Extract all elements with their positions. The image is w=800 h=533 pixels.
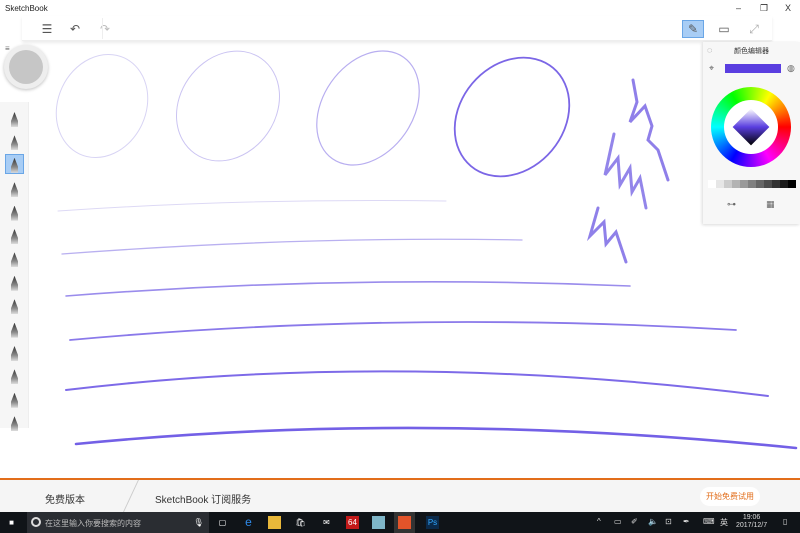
taskbar-search[interactable]: 在这里输入你要搜索的内容 [27,512,209,533]
microphone-icon[interactable]: 🎙 [192,516,205,529]
puck-center[interactable] [9,50,43,84]
clock[interactable]: 19:06 2017/12/7 [736,514,767,530]
gray-swatch[interactable] [748,180,756,188]
fullscreen-icon[interactable]: ⤢ [743,20,765,38]
gray-swatch[interactable] [780,180,788,188]
brush-icon [11,392,18,408]
settings-icon[interactable]: ⊶ [727,199,736,210]
brush-icon [11,346,18,361]
tray-chevron-icon[interactable]: ^ [597,517,601,526]
color-editor-panel: ◌ 颜色编辑器 ⌖ ◍ ⊶ ▦ [703,42,800,224]
mail-icon[interactable]: ✉ [320,516,333,529]
brush-palette [0,102,29,432]
divider [102,18,103,39]
taskbar: ■ 在这里输入你要搜索的内容 🎙 ▢ e 🛍 ✉ 64 Ps ^ ▭ ✐ 🔈 ⊡… [0,512,800,533]
app-64-icon[interactable]: 64 [346,516,359,529]
task-view-icon[interactable]: ▢ [216,516,229,529]
drawing-canvas[interactable] [0,0,800,533]
store-icon[interactable]: 🛍 [294,516,307,529]
brush-icon [11,112,18,127]
brush-tool[interactable] [5,364,24,385]
brush-icon [11,299,18,315]
undo-icon[interactable]: ↶ [64,20,86,38]
divider [122,480,139,514]
gray-swatch[interactable] [708,180,716,188]
toolbar: ☰ ↶ ↷ ✎ ▭ ⤢ [22,16,772,41]
brush-icon [11,416,18,432]
brush-icon [11,135,18,151]
brush-puck[interactable] [4,45,48,89]
pen-workspace-icon[interactable]: ✒ [683,517,690,526]
panel-title: 颜色编辑器 [734,48,769,55]
brush-icon [11,369,18,385]
list-icon[interactable]: ☰ [36,20,58,38]
gray-swatch[interactable] [732,180,740,188]
search-placeholder: 在这里输入你要搜索的内容 [45,519,141,528]
windows-start-icon[interactable]: ■ [5,516,18,529]
ime-indicator[interactable]: 英 [720,517,728,528]
brush-tool[interactable] [5,177,24,198]
clock-time: 19:06 [742,514,761,521]
brush-icon [11,205,18,221]
brush-tool[interactable] [5,224,24,244]
clock-date: 2017/12/7 [736,522,768,529]
brush-icon [11,182,18,198]
start-trial-button[interactable]: 开始免费试用 [700,487,760,506]
brush-tool[interactable] [5,341,24,361]
battery-icon[interactable]: ▭ [614,517,622,526]
gray-swatch[interactable] [772,180,780,188]
brush-tool[interactable] [5,294,24,315]
color-wheel[interactable] [711,87,791,167]
volume-icon[interactable]: 🔈 [648,517,658,526]
network-icon[interactable]: ⊡ [665,517,672,526]
brush-icon [11,322,18,338]
grid-icon[interactable]: ▦ [766,199,775,210]
sketchbook-taskbar-icon[interactable] [394,512,415,533]
brush-tool[interactable] [5,153,24,174]
eyedropper-icon[interactable]: ⌖ [709,63,714,74]
brush-tool[interactable] [5,411,24,432]
color-mode-icon[interactable]: ◍ [787,63,795,74]
brush-icon [11,275,18,291]
gray-swatch[interactable] [756,180,764,188]
grayscale-swatches[interactable] [708,180,796,188]
window-icon[interactable]: ▭ [713,20,735,38]
current-color-swatch[interactable] [725,64,781,73]
menu-icon[interactable]: ≡ [5,44,10,53]
brush-tool[interactable] [5,201,24,221]
brush-icon [11,157,18,173]
pen-icon[interactable]: ✎ [682,20,704,38]
file-explorer-icon[interactable] [268,516,281,529]
brush-tool[interactable] [5,271,24,291]
brush-tool[interactable] [5,130,24,151]
brush-tool[interactable] [5,318,24,338]
brush-tool[interactable] [5,247,24,268]
gray-swatch[interactable] [716,180,724,188]
gray-swatch[interactable] [724,180,732,188]
free-version-tab[interactable]: 免费版本 [45,491,85,506]
keyboard-icon[interactable]: ⌨ [703,517,715,526]
photoshop-icon[interactable]: Ps [426,516,439,529]
footer-bar: 免费版本 SketchBook 订阅服务 开始免费试用 [0,478,800,514]
app-icon[interactable] [372,516,385,529]
edge-icon[interactable]: e [242,516,255,529]
gray-swatch[interactable] [788,180,796,188]
redo-icon[interactable]: ↷ [94,20,116,38]
pen-tray-icon[interactable]: ✐ [631,517,638,526]
action-center-icon[interactable]: ▯ [783,517,787,526]
subscription-tab[interactable]: SketchBook 订阅服务 [155,491,251,506]
brush-icon [11,252,18,268]
cortana-icon[interactable] [31,517,41,527]
gray-swatch[interactable] [740,180,748,188]
brush-icon [11,229,18,244]
brush-tool[interactable] [5,107,24,127]
gray-swatch[interactable] [764,180,772,188]
brush-tool[interactable] [5,388,24,408]
